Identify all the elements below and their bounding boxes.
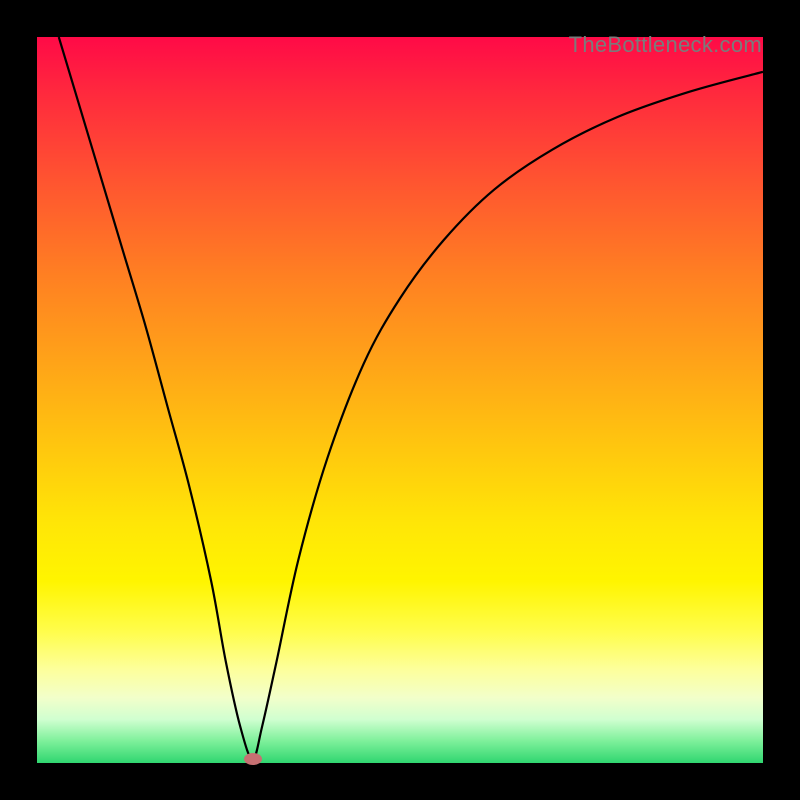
chart-frame: TheBottleneck.com (0, 0, 800, 800)
curve-svg (37, 37, 763, 763)
plot-area (37, 37, 763, 763)
watermark-text: TheBottleneck.com (569, 32, 762, 58)
bottleneck-curve (59, 37, 763, 759)
min-marker (244, 753, 262, 765)
